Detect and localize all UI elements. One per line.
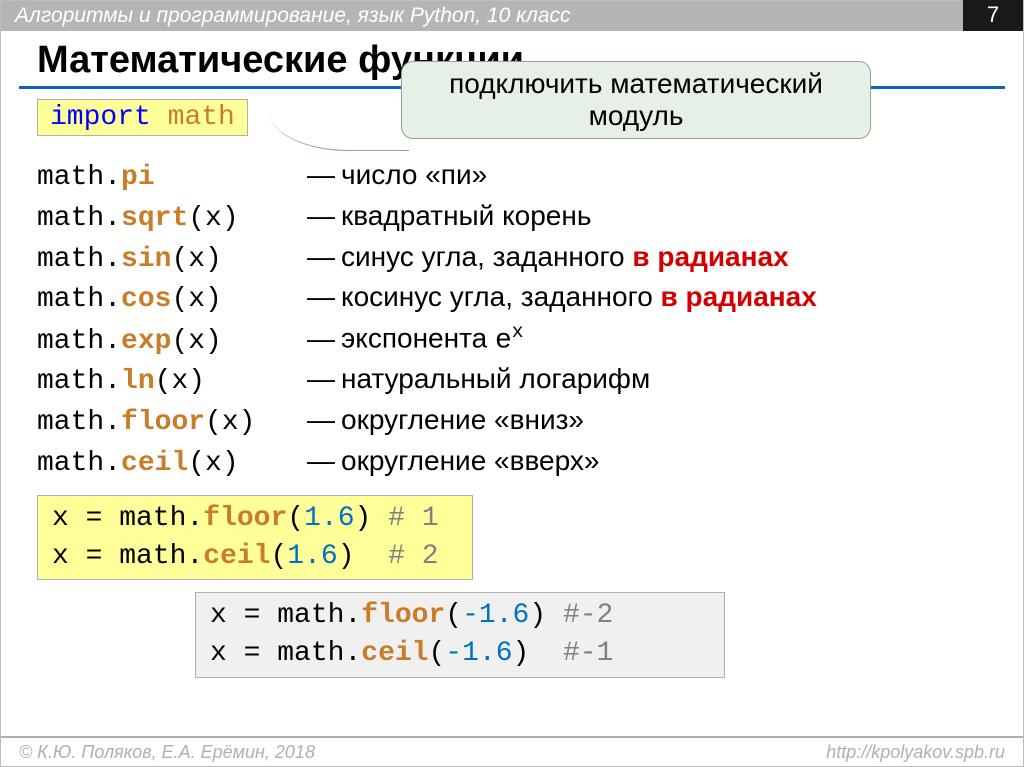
content: подключить математический модуль import … xyxy=(1,89,1023,678)
function-row: math.ceil(x)—округление «вверх» xyxy=(37,442,1023,483)
slide: Алгоритмы и программирование, язык Pytho… xyxy=(0,0,1024,767)
function-code: math.sin(x) xyxy=(37,241,307,279)
page-number-box: 7 xyxy=(963,0,1023,31)
footer-url: http://kpolyakov.spb.ru xyxy=(826,742,1005,763)
dash: — xyxy=(307,197,335,235)
function-description: экспонента ex xyxy=(341,319,524,360)
function-code: math.pi xyxy=(37,159,307,197)
function-row: math.floor(x)—округление «вниз» xyxy=(37,401,1023,442)
dash: — xyxy=(307,278,335,316)
dash: — xyxy=(307,156,335,194)
dash: — xyxy=(307,401,335,439)
function-row: math.ln(x)—натуральный логарифм xyxy=(37,360,1023,401)
import-module: math xyxy=(168,102,235,133)
function-row: math.sin(x)—синус угла, заданного в ради… xyxy=(37,238,1023,279)
dash: — xyxy=(307,238,335,276)
footer-copyright: © К.Ю. Поляков, Е.А. Ерёмин, 2018 xyxy=(19,742,315,763)
footer: © К.Ю. Поляков, Е.А. Ерёмин, 2018 http:/… xyxy=(1,736,1023,766)
function-row: math.exp(x)—экспонента ex xyxy=(37,319,1023,360)
function-description: число «пи» xyxy=(341,156,487,194)
function-description: косинус угла, заданного в радианах xyxy=(341,278,817,316)
import-box: import math xyxy=(37,99,248,136)
dash: — xyxy=(307,320,335,358)
function-description: округление «вверх» xyxy=(341,442,599,480)
topbar-title: Алгоритмы и программирование, язык Pytho… xyxy=(15,4,571,28)
callout: подключить математический модуль xyxy=(401,61,871,139)
function-description: квадратный корень xyxy=(341,197,591,235)
page-number: 7 xyxy=(987,2,999,28)
dash: — xyxy=(307,360,335,398)
function-code: math.ln(x) xyxy=(37,363,307,401)
function-code: math.exp(x) xyxy=(37,323,307,361)
code-example-1: x = math.floor(1.6) # 1 x = math.ceil(1.… xyxy=(37,495,473,581)
function-code: math.sqrt(x) xyxy=(37,200,307,238)
callout-tail xyxy=(269,111,409,151)
dash: — xyxy=(307,442,335,480)
function-description: натуральный логарифм xyxy=(341,360,650,398)
function-code: math.ceil(x) xyxy=(37,445,307,483)
function-list: math.pi—число «пи»math.sqrt(x)—квадратны… xyxy=(37,156,1023,483)
function-description: округление «вниз» xyxy=(341,401,584,439)
function-row: math.pi—число «пи» xyxy=(37,156,1023,197)
function-description: синус угла, заданного в радианах xyxy=(341,238,789,276)
function-row: math.sqrt(x)—квадратный корень xyxy=(37,197,1023,238)
function-code: math.cos(x) xyxy=(37,281,307,319)
import-keyword: import xyxy=(50,102,151,133)
code-example-2: x = math.floor(-1.6) #-2 x = math.ceil(-… xyxy=(195,592,725,678)
topbar: Алгоритмы и программирование, язык Pytho… xyxy=(1,1,1023,31)
function-code: math.floor(x) xyxy=(37,404,307,442)
function-row: math.cos(x)—косинус угла, заданного в ра… xyxy=(37,278,1023,319)
